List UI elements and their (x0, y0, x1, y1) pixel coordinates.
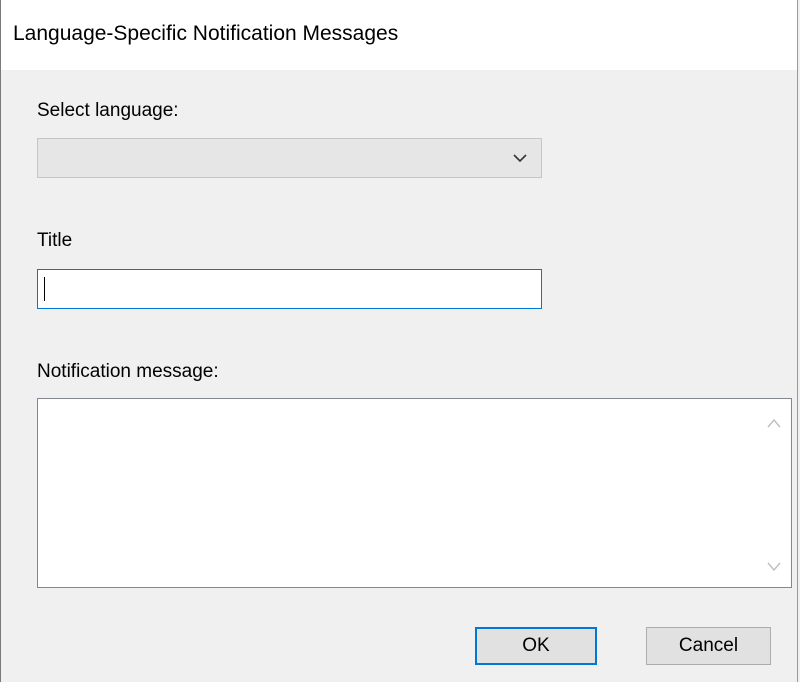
chevron-up-icon[interactable] (766, 417, 782, 429)
title-bar[interactable]: Language-Specific Notification Messages (1, 0, 797, 70)
text-caret (44, 277, 45, 301)
notification-dialog: Language-Specific Notification Messages … (0, 0, 798, 682)
title-input[interactable] (37, 269, 542, 309)
message-scrollbar[interactable] (757, 399, 791, 587)
ok-button[interactable]: OK (475, 627, 597, 665)
notification-message-label: Notification message: (37, 361, 219, 382)
window-title: Language-Specific Notification Messages (13, 22, 399, 45)
notification-message-textarea[interactable] (37, 398, 792, 588)
title-label: Title (37, 230, 73, 251)
chevron-down-icon[interactable] (766, 561, 782, 573)
chevron-down-icon (513, 154, 527, 163)
language-dropdown[interactable] (37, 138, 542, 178)
select-language-label: Select language: (37, 100, 179, 121)
cancel-button[interactable]: Cancel (646, 627, 771, 665)
